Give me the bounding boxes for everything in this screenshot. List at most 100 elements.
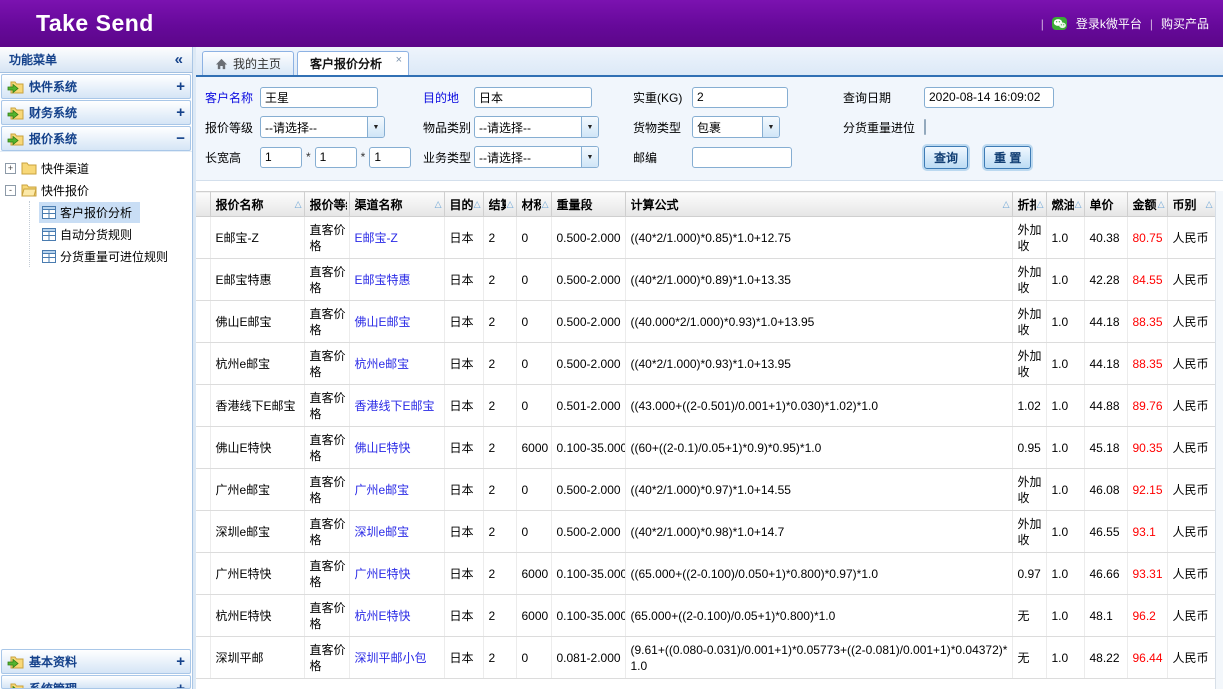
- column-header-discount[interactable]: 折扣△: [1012, 192, 1046, 217]
- table-row[interactable]: 佛山E邮宝直客价格佛山E邮宝日本200.500-2.000((40.000*2/…: [196, 301, 1215, 343]
- tab-label: 我的主页: [233, 55, 281, 72]
- business-type-select[interactable]: --请选择--▼: [474, 146, 599, 168]
- query-date-label: 查询日期: [840, 89, 924, 106]
- tree-expander-minus-icon[interactable]: -: [5, 185, 16, 196]
- cell-currency: 人民币: [1167, 511, 1215, 553]
- destination-label: 目的地: [420, 89, 474, 106]
- sort-asc-icon[interactable]: △: [473, 199, 481, 210]
- expand-icon[interactable]: +: [176, 80, 185, 94]
- sidebar-item-express-system[interactable]: 快件系统 +: [1, 74, 191, 99]
- expand-icon[interactable]: +: [176, 655, 185, 669]
- sort-asc-icon[interactable]: △: [1036, 199, 1044, 210]
- reset-button[interactable]: 重 置: [984, 146, 1031, 169]
- channel-link[interactable]: 深圳平邮小包: [355, 651, 427, 665]
- close-tab-icon[interactable]: ×: [396, 54, 402, 66]
- customer-name-input[interactable]: [260, 87, 378, 108]
- column-header-channel[interactable]: 渠道名称△: [349, 192, 444, 217]
- cell-volume: 0: [516, 217, 551, 259]
- cell-grade: 直客价格: [304, 301, 349, 343]
- channel-link[interactable]: 佛山E特快: [355, 441, 411, 455]
- cell-channel: E邮宝-Z: [349, 217, 444, 259]
- tree-node-express-quote[interactable]: - 快件报价: [0, 179, 192, 201]
- sort-asc-icon[interactable]: △: [1157, 199, 1165, 210]
- length-input[interactable]: [260, 147, 302, 168]
- collapse-sidebar-icon[interactable]: «: [175, 51, 183, 68]
- channel-link[interactable]: 香港线下E邮宝: [355, 399, 435, 413]
- table-row[interactable]: 杭州E特快直客价格杭州E特快日本260000.100-35.000(65.000…: [196, 595, 1215, 637]
- table-row[interactable]: 深圳e邮宝直客价格深圳e邮宝日本200.500-2.000((40*2/1.00…: [196, 511, 1215, 553]
- column-label: 目的地: [450, 196, 473, 213]
- split-weight-carry-checkbox[interactable]: [924, 119, 926, 135]
- buy-product-link[interactable]: 购买产品: [1161, 15, 1209, 32]
- search-button[interactable]: 查询: [924, 146, 968, 169]
- table-row[interactable]: 广州e邮宝直客价格广州e邮宝日本200.500-2.000((40*2/1.00…: [196, 469, 1215, 511]
- cell-fuel: 1.0: [1046, 511, 1084, 553]
- channel-link[interactable]: E邮宝特惠: [355, 273, 411, 287]
- cell-sel: [196, 427, 210, 469]
- cell-formula: ((40*2/1.000)*0.89)*1.0+13.35: [625, 259, 1012, 301]
- collapse-icon[interactable]: −: [176, 132, 185, 146]
- table-row[interactable]: 杭州e邮宝直客价格杭州e邮宝日本200.500-2.000((40*2/1.00…: [196, 343, 1215, 385]
- cell-currency: 人民币: [1167, 637, 1215, 679]
- tab-customer-quote-analysis[interactable]: 客户报价分析 ×: [297, 51, 409, 75]
- sidebar-item-system-admin[interactable]: 系统管理 +: [1, 675, 191, 689]
- sort-asc-icon[interactable]: △: [1074, 199, 1082, 210]
- table-row[interactable]: 香港线下E邮宝直客价格香港线下E邮宝日本200.501-2.000((43.00…: [196, 385, 1215, 427]
- column-label: 报价名称: [216, 196, 264, 213]
- destination-input[interactable]: [474, 87, 592, 108]
- sort-asc-icon[interactable]: △: [1002, 199, 1010, 210]
- table-row[interactable]: 佛山E特快直客价格佛山E特快日本260000.100-35.000((60+((…: [196, 427, 1215, 469]
- table-row[interactable]: 广州E特快直客价格广州E特快日本260000.100-35.000((65.00…: [196, 553, 1215, 595]
- table-row[interactable]: E邮宝特惠直客价格E邮宝特惠日本200.500-2.000((40*2/1.00…: [196, 259, 1215, 301]
- column-header-currency[interactable]: 币别△: [1167, 192, 1215, 217]
- table-row[interactable]: E邮宝-Z直客价格E邮宝-Z日本200.500-2.000((40*2/1.00…: [196, 217, 1215, 259]
- weight-input[interactable]: [692, 87, 788, 108]
- sidebar-item-finance-system[interactable]: 财务系统 +: [1, 100, 191, 125]
- tree-leaf-auto-split-rules[interactable]: 自动分货规则: [30, 223, 192, 245]
- sort-asc-icon[interactable]: △: [1205, 199, 1213, 210]
- channel-link[interactable]: E邮宝-Z: [355, 231, 398, 245]
- tree-expander-plus-icon[interactable]: +: [5, 163, 16, 174]
- sidebar-item-basic-data[interactable]: 基本资料 +: [1, 649, 191, 674]
- column-header-fuel[interactable]: 燃油附加费△: [1046, 192, 1084, 217]
- channel-link[interactable]: 佛山E邮宝: [355, 315, 411, 329]
- cell-settle: 2: [483, 385, 516, 427]
- column-header-formula[interactable]: 计算公式△: [625, 192, 1012, 217]
- query-date-input[interactable]: [924, 87, 1054, 108]
- table-row[interactable]: 深圳平邮直客价格深圳平邮小包日本200.081-2.000(9.61+((0.0…: [196, 637, 1215, 679]
- sort-asc-icon[interactable]: △: [294, 199, 302, 210]
- height-input[interactable]: [369, 147, 411, 168]
- sidebar-item-quote-system[interactable]: 报价系统 −: [1, 126, 191, 151]
- channel-link[interactable]: 深圳e邮宝: [355, 525, 410, 539]
- quote-level-select[interactable]: --请选择--▼: [260, 116, 385, 138]
- tree-leaf-split-weight-carry-rules[interactable]: 分货重量可进位规则: [30, 245, 192, 267]
- form-row-1: 客户名称 目的地 实重(KG) 查询日期: [202, 84, 1219, 110]
- channel-link[interactable]: 广州E特快: [355, 567, 411, 581]
- channel-link[interactable]: 广州e邮宝: [355, 483, 410, 497]
- column-header-dest[interactable]: 目的地△: [444, 192, 483, 217]
- login-kwei-link[interactable]: 登录k微平台: [1076, 15, 1142, 32]
- cell-formula: ((65.000+((2-0.100)/0.050+1)*0.800)*0.97…: [625, 553, 1012, 595]
- cell-formula: (9.61+((0.080-0.031)/0.001+1)*0.05773+((…: [625, 637, 1012, 679]
- sort-asc-icon[interactable]: △: [434, 199, 442, 210]
- width-input[interactable]: [315, 147, 357, 168]
- goods-type-select[interactable]: 包裹▼: [692, 116, 780, 138]
- column-header-name[interactable]: 报价名称 △: [210, 192, 304, 217]
- item-category-select[interactable]: --请选择--▼: [474, 116, 599, 138]
- tree-leaf-customer-quote-analysis[interactable]: 客户报价分析: [30, 201, 192, 223]
- channel-link[interactable]: 杭州E特快: [355, 609, 411, 623]
- vertical-scrollbar[interactable]: [1215, 191, 1223, 689]
- cell-formula: ((43.000+((2-0.501)/0.001+1)*0.030)*1.02…: [625, 385, 1012, 427]
- channel-link[interactable]: 杭州e邮宝: [355, 357, 410, 371]
- column-header-amount[interactable]: 金额△: [1127, 192, 1167, 217]
- column-header-volume[interactable]: 材积重量△: [516, 192, 551, 217]
- sort-asc-icon[interactable]: △: [541, 199, 549, 210]
- quote-grid-zone: 报价名称△报价等级渠道名称△目的地△结算重量△材积重量△重量段计算公式△折扣△燃…: [196, 181, 1223, 689]
- expand-icon[interactable]: +: [176, 106, 185, 120]
- postcode-input[interactable]: [692, 147, 792, 168]
- sort-asc-icon[interactable]: △: [506, 199, 514, 210]
- tab-my-homepage[interactable]: 我的主页: [202, 51, 294, 75]
- column-header-settle[interactable]: 结算重量△: [483, 192, 516, 217]
- expand-icon[interactable]: +: [176, 682, 185, 689]
- tree-node-express-channel[interactable]: + 快件渠道: [0, 157, 192, 179]
